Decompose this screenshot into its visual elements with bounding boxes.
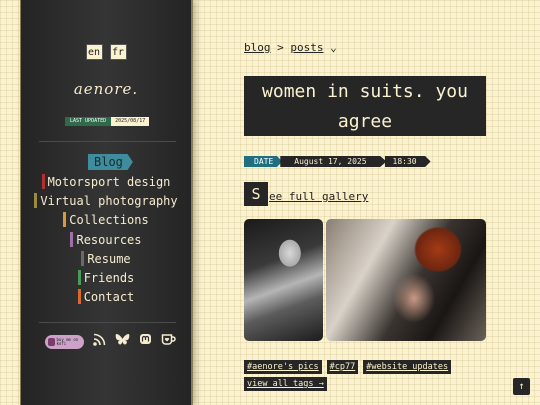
nav-label: Contact xyxy=(83,290,135,305)
post-meta: DATE August 17, 2025 18:30 xyxy=(244,156,431,167)
nav-item-resume[interactable]: Resume xyxy=(21,250,191,269)
kofi-label: buy me on kofi xyxy=(56,336,79,346)
mastodon-icon[interactable] xyxy=(137,333,153,350)
nav-color-bar xyxy=(70,231,74,247)
rss-icon[interactable] xyxy=(91,333,107,350)
breadcrumb-separator: > xyxy=(277,41,284,54)
language-switcher: en fr xyxy=(21,44,191,60)
last-updated-badge: LAST UPDATED 2025/08/17 xyxy=(65,117,150,126)
nav-label: Motorsport design xyxy=(47,175,171,189)
nav-item-contact[interactable]: Contact xyxy=(21,288,191,307)
nav-item-resources[interactable]: Resources xyxy=(21,231,191,250)
gallery-link-text: ee full gallery xyxy=(269,190,369,203)
nav-item-friends[interactable]: Friends xyxy=(21,269,191,288)
gallery-photo-2[interactable] xyxy=(326,219,486,341)
nav-color-bar xyxy=(34,193,38,209)
lang-en[interactable]: en xyxy=(85,44,103,60)
breadcrumb-blog[interactable]: blog xyxy=(244,41,271,54)
sidebar-nav: Motorsport design Virtual photography Co… xyxy=(21,173,191,307)
sidebar: en fr aenore. LAST UPDATED 2025/08/17 Bl… xyxy=(20,0,193,405)
kofi-cup-icon xyxy=(48,337,55,346)
post-title: women in suits. you agree xyxy=(244,76,486,136)
breadcrumb: blog > posts ⌄ xyxy=(244,41,337,54)
social-links: buy me on kofi xyxy=(45,333,176,350)
nav-color-bar xyxy=(81,250,85,266)
nav-item-virtual-photography[interactable]: Virtual photography xyxy=(21,192,191,211)
bluesky-icon[interactable] xyxy=(114,333,130,350)
last-updated-value: 2025/08/17 xyxy=(111,117,150,126)
nav-blog[interactable]: Blog xyxy=(88,154,133,170)
nav-item-collections[interactable]: Collections xyxy=(21,211,191,230)
chevron-down-icon[interactable]: ⌄ xyxy=(330,41,337,54)
tag-aenores-pics[interactable]: #aenore's pics xyxy=(244,360,322,374)
time-value: 18:30 xyxy=(384,156,431,167)
nav-label: Collections xyxy=(69,213,149,228)
breadcrumb-posts[interactable]: posts xyxy=(290,41,323,54)
nav-label: Virtual photography xyxy=(40,194,178,209)
date-value: August 17, 2025 xyxy=(280,156,387,167)
view-all-tags-link[interactable]: view all tags → xyxy=(244,377,327,391)
nav-label: Resume xyxy=(87,251,131,266)
date-label: DATE xyxy=(244,156,283,167)
full-gallery-link[interactable]: S ee full gallery xyxy=(244,182,368,206)
tag-cp77[interactable]: #cp77 xyxy=(326,360,359,374)
tag-list: #aenore's pics #cp77 #website updates xyxy=(244,360,452,374)
nav-color-bar xyxy=(77,289,81,305)
kofi-mug-icon[interactable] xyxy=(160,333,176,350)
nav-label: Friends xyxy=(83,270,135,285)
nav-item-motorsport[interactable]: Motorsport design xyxy=(21,173,191,192)
gallery-photo-1[interactable] xyxy=(244,219,323,341)
divider xyxy=(39,322,176,323)
last-updated-label: LAST UPDATED xyxy=(65,117,112,126)
nav-color-bar xyxy=(77,269,81,285)
back-to-top-button[interactable]: ↑ xyxy=(513,378,530,395)
nav-color-bar xyxy=(41,174,45,189)
site-title[interactable]: aenore. xyxy=(21,80,191,98)
lang-fr[interactable]: fr xyxy=(109,44,127,60)
kofi-button[interactable]: buy me on kofi xyxy=(45,334,84,349)
nav-color-bar xyxy=(63,212,67,228)
nav-label: Resources xyxy=(76,232,142,247)
tag-website-updates[interactable]: #website updates xyxy=(363,360,452,374)
divider xyxy=(39,141,176,142)
drop-cap: S xyxy=(244,182,268,206)
